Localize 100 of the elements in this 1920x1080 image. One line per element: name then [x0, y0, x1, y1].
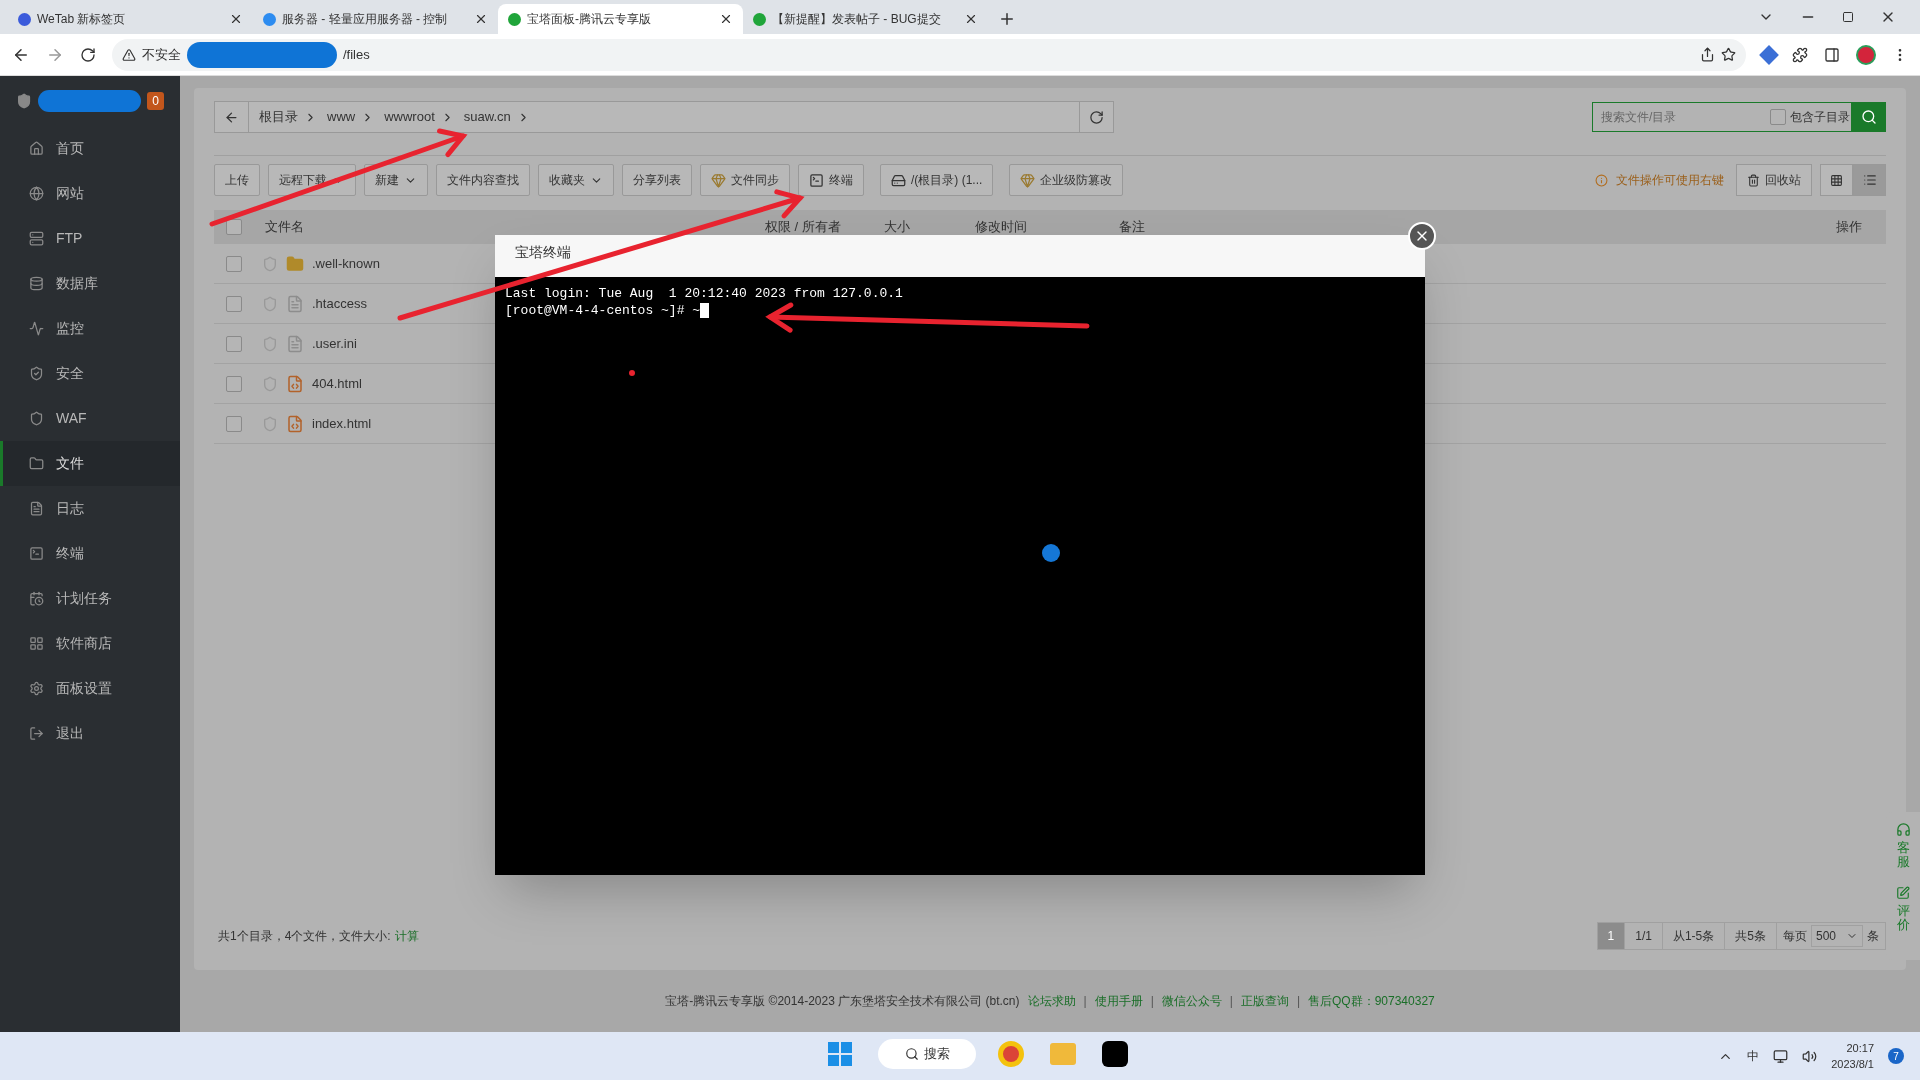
home-icon: [29, 141, 44, 156]
grid-icon: [29, 636, 44, 651]
close-icon[interactable]: [474, 12, 488, 26]
select-all-checkbox[interactable]: [226, 219, 242, 235]
column-header: 文件名: [264, 218, 305, 237]
search-button[interactable]: [1852, 102, 1886, 132]
shield-icon: [262, 295, 278, 312]
folder-icon: [286, 254, 304, 273]
row-checkbox[interactable]: [226, 295, 242, 312]
tab-title: 宝塔面板-腾讯云专享版: [527, 11, 651, 28]
browser-tab[interactable]: 服务器 - 轻量应用服务器 - 控制: [253, 4, 498, 34]
new-tab-icon[interactable]: [998, 10, 1016, 28]
diamond-icon: [1020, 172, 1036, 188]
separator: |: [1150, 993, 1154, 1010]
server-icon: [29, 231, 44, 246]
recycle-bin-button[interactable]: 回收站: [1736, 164, 1812, 196]
sidebar-item[interactable]: FTP: [0, 216, 180, 261]
sidebar-item[interactable]: 退出: [0, 711, 180, 756]
sidebar-item[interactable]: 安全: [0, 351, 180, 396]
terminal-line: Last login: Tue Aug 1 20:12:40 2023 from 127.0.0.1: [505, 285, 903, 302]
toolbar-button[interactable]: 分享列表: [622, 164, 692, 196]
breadcrumb-link[interactable]: suaw.cn: [453, 107, 517, 127]
sidebar-item[interactable]: 网站: [0, 171, 180, 216]
taskbar-search[interactable]: 搜索: [878, 1039, 976, 1069]
file-name[interactable]: 404.html: [312, 373, 362, 394]
file-name[interactable]: .user.ini: [312, 333, 357, 354]
toolbar-button[interactable]: 文件同步: [700, 164, 790, 196]
profile-avatar[interactable]: [1856, 44, 1876, 65]
browser-tab[interactable]: 【新提醒】发表帖子 - BUG提交: [743, 4, 988, 34]
close-icon[interactable]: [719, 12, 733, 26]
row-checkbox[interactable]: [226, 255, 242, 272]
close-icon[interactable]: [229, 12, 243, 26]
breadcrumb-link[interactable]: 根目录: [249, 107, 304, 127]
address-field[interactable]: 不安全 /files: [112, 38, 1746, 71]
diamond-icon: [711, 172, 726, 188]
sidebar-item[interactable]: 日志: [0, 486, 180, 531]
column-header: 修改时间: [975, 218, 1028, 237]
logout-icon: [29, 726, 44, 741]
marker-dot: [629, 370, 635, 376]
per-page-unit: 条: [1867, 928, 1879, 945]
file-icon: [286, 334, 304, 353]
restore-icon[interactable]: [1842, 11, 1854, 23]
logo-icon: [16, 92, 33, 110]
sidebar-item[interactable]: 监控: [0, 306, 180, 351]
ime-indicator[interactable]: 中: [1747, 1047, 1760, 1065]
notification-badge[interactable]: 7: [1888, 1048, 1904, 1064]
toolbar-button[interactable]: 上传: [214, 164, 260, 196]
shield-icon: [262, 255, 278, 272]
toolbar-button[interactable]: 终端: [798, 164, 864, 196]
file-name[interactable]: .htaccess: [312, 293, 367, 314]
sidebar-item[interactable]: 计划任务: [0, 576, 180, 621]
row-checkbox[interactable]: [226, 415, 242, 432]
browser-tab[interactable]: WeTab 新标签页: [8, 4, 253, 34]
sidebar-item[interactable]: 首页: [0, 126, 180, 171]
bookmark-star-icon[interactable]: [1721, 47, 1736, 62]
close-icon[interactable]: [964, 12, 978, 26]
calendar-icon: [29, 591, 44, 606]
html-file-icon: [286, 414, 304, 433]
video-app-icon[interactable]: [1102, 1041, 1128, 1067]
breadcrumb-link[interactable]: www: [317, 107, 362, 127]
clock-time[interactable]: 20:17: [1846, 1040, 1874, 1056]
headset-icon: [1895, 822, 1911, 837]
side-panel-icon[interactable]: [1824, 46, 1840, 63]
extensions-icon[interactable]: [1792, 46, 1808, 63]
copyright-text: 宝塔-腾讯云专享版 ©2014-2023 广东堡塔安全技术有限公司 (bt.cn): [665, 993, 1020, 1010]
file-name[interactable]: index.html: [312, 413, 372, 434]
toolbar-button[interactable]: 新建: [364, 164, 428, 196]
database-icon: [29, 276, 44, 291]
checkbox[interactable]: [1770, 109, 1786, 125]
row-checkbox[interactable]: [226, 335, 242, 352]
toolbar-button[interactable]: /(根目录) (1...: [880, 164, 994, 196]
per-page-select[interactable]: 500: [1810, 925, 1863, 947]
file-icon: [286, 294, 304, 313]
share-icon[interactable]: [1700, 47, 1715, 62]
sidebar-item[interactable]: WAF: [0, 396, 180, 441]
windows-start-icon[interactable]: [828, 1042, 852, 1066]
browser-app-icon[interactable]: [998, 1041, 1024, 1067]
sidebar-item[interactable]: 文件: [0, 441, 180, 486]
sidebar-item[interactable]: 终端: [0, 531, 180, 576]
toolbar-button[interactable]: 企业级防篡改: [1009, 164, 1124, 196]
dialog-title: 宝塔终端: [515, 243, 571, 262]
url-text: /files: [343, 45, 370, 64]
notification-badge[interactable]: 0: [147, 92, 164, 110]
grid-view-button[interactable]: [1820, 164, 1853, 196]
include-subdirs-option[interactable]: 包含子目录: [1770, 108, 1850, 126]
breadcrumb-link[interactable]: wwwroot: [374, 107, 441, 127]
column-header: 操作: [1836, 218, 1863, 237]
clock-date[interactable]: 2023/8/1: [1831, 1056, 1874, 1072]
row-checkbox[interactable]: [226, 375, 242, 392]
toolbar-button[interactable]: 文件内容查找: [436, 164, 530, 196]
browser-tab[interactable]: 宝塔面板-腾讯云专享版: [498, 4, 743, 34]
sidebar-item[interactable]: 数据库: [0, 261, 180, 306]
file-name[interactable]: .well-known: [312, 253, 380, 274]
network-icon[interactable]: [1773, 1048, 1789, 1064]
reload-icon[interactable]: [80, 46, 96, 63]
volume-icon[interactable]: [1802, 1048, 1818, 1064]
edit-icon: [1896, 885, 1910, 900]
sidebar-item[interactable]: 软件商店: [0, 621, 180, 666]
toolbar-button[interactable]: 收藏夹: [538, 164, 614, 196]
sidebar-item[interactable]: 面板设置: [0, 666, 180, 711]
